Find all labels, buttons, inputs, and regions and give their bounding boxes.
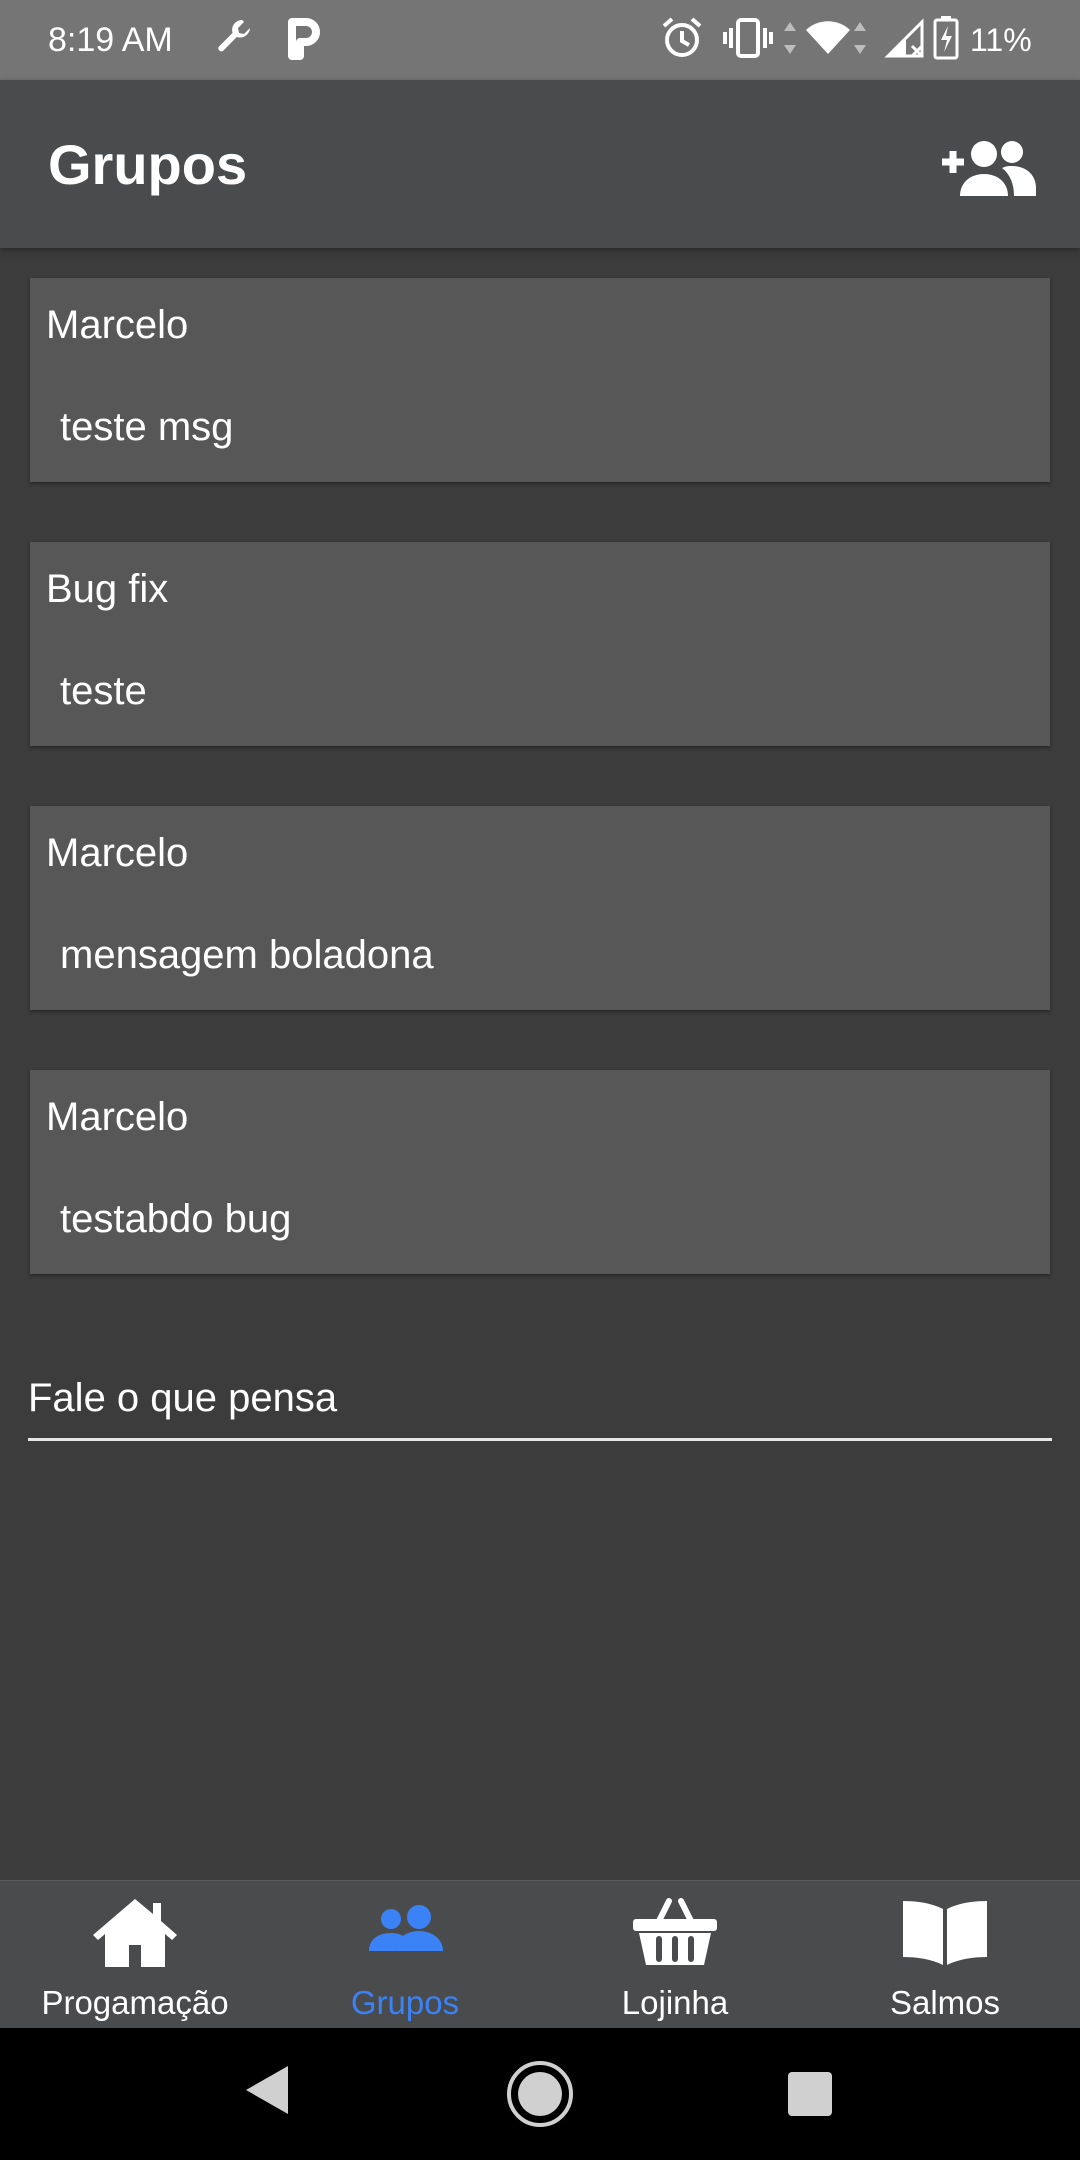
book-icon: [903, 1901, 987, 1965]
nav-label: Lojinha: [621, 1984, 729, 2021]
nav-label: Progamação: [41, 1984, 229, 2021]
wifi-icon: [804, 14, 852, 67]
message-list: Marcelo teste msg Bug fix teste Marcelo …: [0, 248, 1080, 1880]
back-icon: [246, 2066, 288, 2114]
system-nav-bar: [0, 2028, 1080, 2160]
message-card[interactable]: Marcelo teste msg: [30, 278, 1050, 482]
message-author: Bug fix: [46, 567, 169, 611]
home-button[interactable]: [506, 2060, 574, 2133]
nav-item-grupos[interactable]: Grupos: [270, 1881, 540, 2029]
message-card[interactable]: Bug fix teste: [30, 542, 1050, 746]
message-text: mensagem boladona: [60, 933, 434, 977]
signal-icon: [884, 14, 928, 67]
basket-icon: [633, 1898, 717, 1965]
nav-item-salmos[interactable]: Salmos: [810, 1881, 1080, 2029]
message-card[interactable]: Marcelo mensagem boladona: [30, 806, 1050, 1010]
message-input[interactable]: [28, 1362, 1052, 1434]
status-time: 8:19 AM: [48, 21, 173, 59]
home-icon: [93, 1899, 177, 1967]
nav-item-programacao[interactable]: Progamação: [0, 1881, 270, 2029]
compose-area: [28, 1322, 1052, 1442]
data-arrows-icon: [782, 14, 798, 67]
alarm-icon: [660, 14, 704, 67]
add-group-button[interactable]: [938, 132, 1038, 202]
page-title: Grupos: [48, 133, 248, 196]
recents-icon: [788, 2072, 832, 2116]
home-circle-icon: [507, 2061, 573, 2127]
message-author: Marcelo: [46, 831, 189, 875]
parking-icon: [284, 14, 324, 67]
wrench-icon: [212, 14, 260, 67]
battery-charging-icon: [932, 14, 960, 67]
message-text: testabdo bug: [60, 1197, 292, 1241]
vibrate-icon: [722, 14, 774, 67]
back-button[interactable]: [244, 2064, 290, 2121]
bottom-nav: Progamação Grupos Lojinha Salmos: [0, 1880, 1080, 2029]
message-card[interactable]: Marcelo testabdo bug: [30, 1070, 1050, 1274]
nav-label: Grupos: [350, 1984, 460, 2021]
nav-item-lojinha[interactable]: Lojinha: [540, 1881, 810, 2029]
message-text: teste msg: [60, 405, 234, 449]
message-author: Marcelo: [46, 303, 189, 347]
message-text: teste: [60, 669, 147, 713]
app-bar: Grupos: [0, 80, 1080, 248]
message-author: Marcelo: [46, 1095, 189, 1139]
input-underline: [28, 1438, 1052, 1441]
recents-button[interactable]: [786, 2070, 834, 2123]
status-bar: 8:19 AM 11%: [0, 0, 1080, 80]
nav-label: Salmos: [889, 1984, 1001, 2021]
wifi-arrows-icon: [852, 14, 868, 67]
battery-percent: 11%: [970, 22, 1032, 58]
group-icon: [369, 1905, 443, 1951]
add-group-icon: [942, 141, 1036, 196]
